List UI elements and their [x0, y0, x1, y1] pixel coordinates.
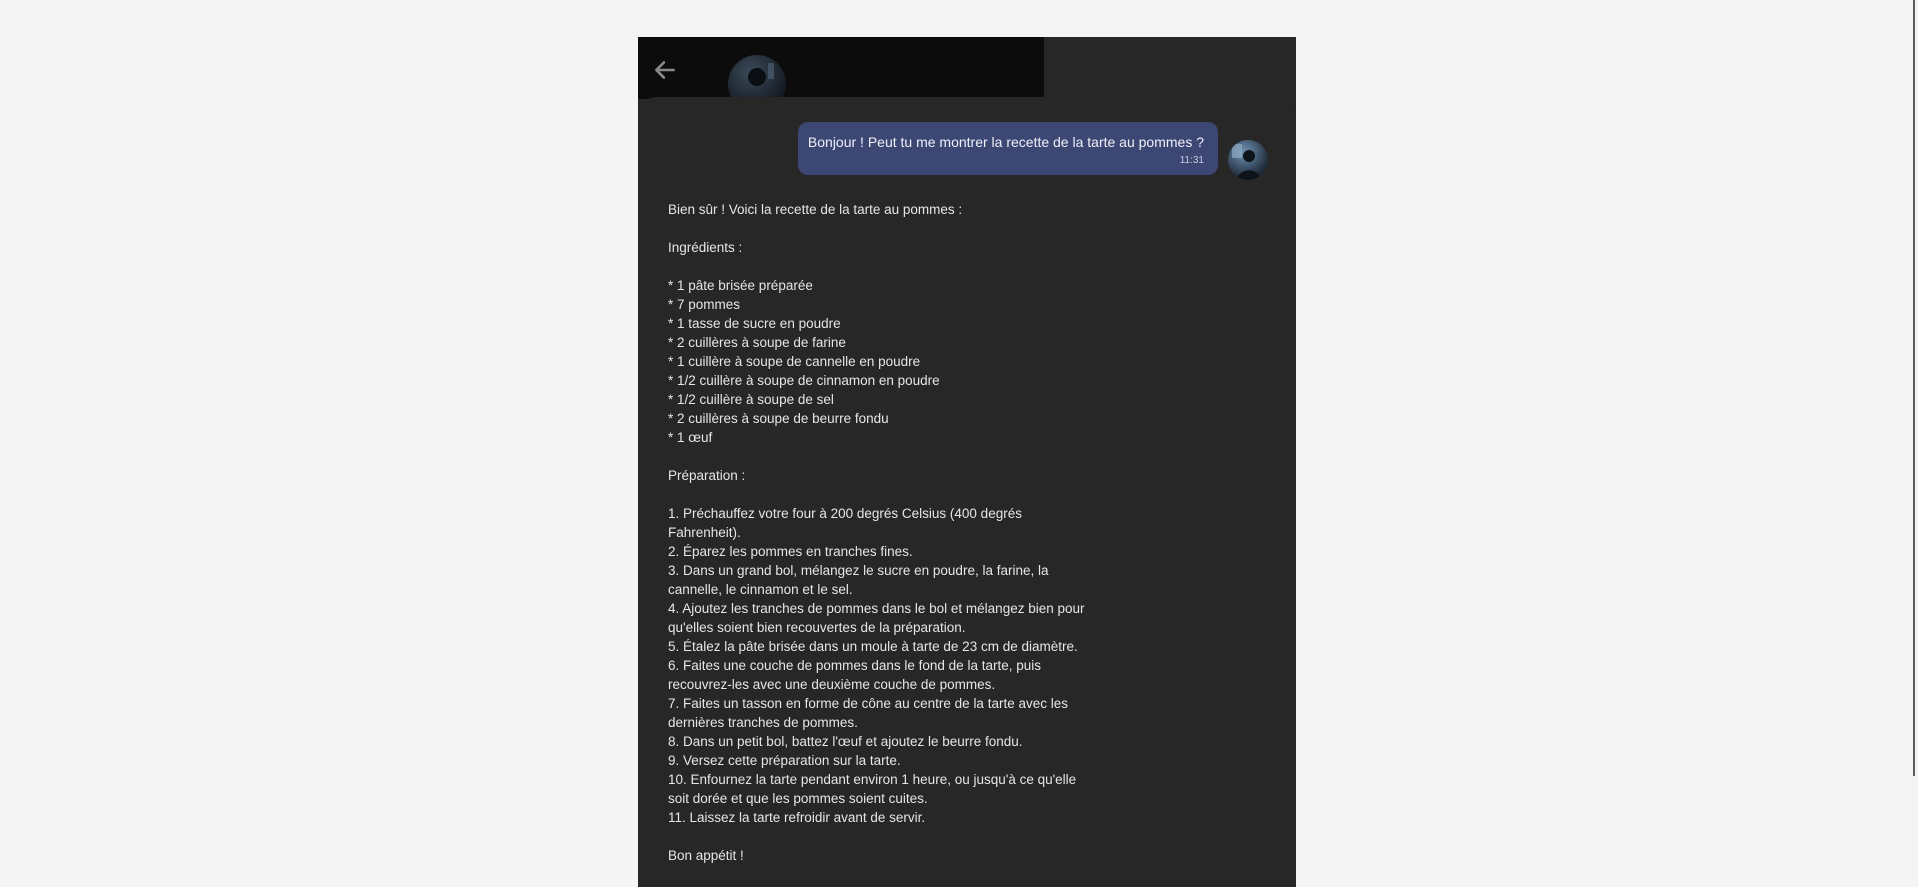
preparation-step: 7. Faites un tasson en forme de cône au … — [668, 696, 1068, 730]
ingredient-item: * 1 pâte brisée préparée — [668, 278, 813, 293]
ingredient-item: * 1 tasse de sucre en poudre — [668, 316, 841, 331]
preparation-step: 2. Éparez les pommes en tranches fines. — [668, 544, 913, 559]
chat-app: Bonjour ! Peut tu me montrer la recette … — [638, 37, 1296, 887]
preparation-step: 4. Ajoutez les tranches de pommes dans l… — [668, 601, 1085, 635]
user-message-text: Bonjour ! Peut tu me montrer la recette … — [807, 134, 1204, 150]
ingredients-title: Ingrédients : — [668, 240, 743, 255]
preparation-step: 5. Étalez la pâte brisée dans un moule à… — [668, 639, 1078, 654]
assistant-intro: Bien sûr ! Voici la recette de la tarte … — [668, 202, 963, 217]
ingredient-item: * 1 œuf — [668, 430, 713, 445]
back-button[interactable] — [652, 57, 678, 83]
user-avatar[interactable] — [1228, 140, 1268, 180]
preparation-step: 1. Préchauffez votre four à 200 degrés C… — [668, 506, 1022, 540]
preparation-step: 11. Laissez la tarte refroidir avant de … — [668, 810, 926, 825]
preparation-step: 9. Versez cette préparation sur la tarte… — [668, 753, 901, 768]
ingredient-item: * 1/2 cuillère à soupe de cinnamon en po… — [668, 373, 940, 388]
ingredient-item: * 2 cuillères à soupe de beurre fondu — [668, 411, 889, 426]
ingredient-item: * 2 cuillères à soupe de farine — [668, 335, 846, 350]
arrow-left-icon — [655, 61, 675, 79]
user-message-row: Bonjour ! Peut tu me montrer la recette … — [797, 122, 1268, 180]
preparation-step: 6. Faites une couche de pommes dans le f… — [668, 658, 1041, 692]
preparation-title: Préparation : — [668, 468, 746, 483]
assistant-message: Bien sûr ! Voici la recette de la tarte … — [668, 200, 1088, 865]
ingredient-item: * 7 pommes — [668, 297, 741, 312]
preparation-step: 10. Enfournez la tarte pendant environ 1… — [668, 772, 1077, 806]
preparation-step: 8. Dans un petit bol, battez l'œuf et aj… — [668, 734, 1023, 749]
preparation-step: 3. Dans un grand bol, mélangez le sucre … — [668, 563, 1049, 597]
message-timestamp: 11:31 — [1179, 155, 1204, 166]
assistant-closing: Bon appétit ! — [668, 848, 744, 863]
ingredient-item: * 1 cuillère à soupe de cannelle en poud… — [668, 354, 921, 369]
person-silhouette-icon — [1232, 144, 1261, 180]
page-scrollbar[interactable] — [1913, 0, 1915, 776]
conversation-panel: Bonjour ! Peut tu me montrer la recette … — [638, 97, 1296, 887]
chat-header — [638, 37, 1044, 113]
ingredient-item: * 1/2 cuillère à soupe de sel — [668, 392, 834, 407]
user-message-bubble: Bonjour ! Peut tu me montrer la recette … — [797, 122, 1218, 175]
